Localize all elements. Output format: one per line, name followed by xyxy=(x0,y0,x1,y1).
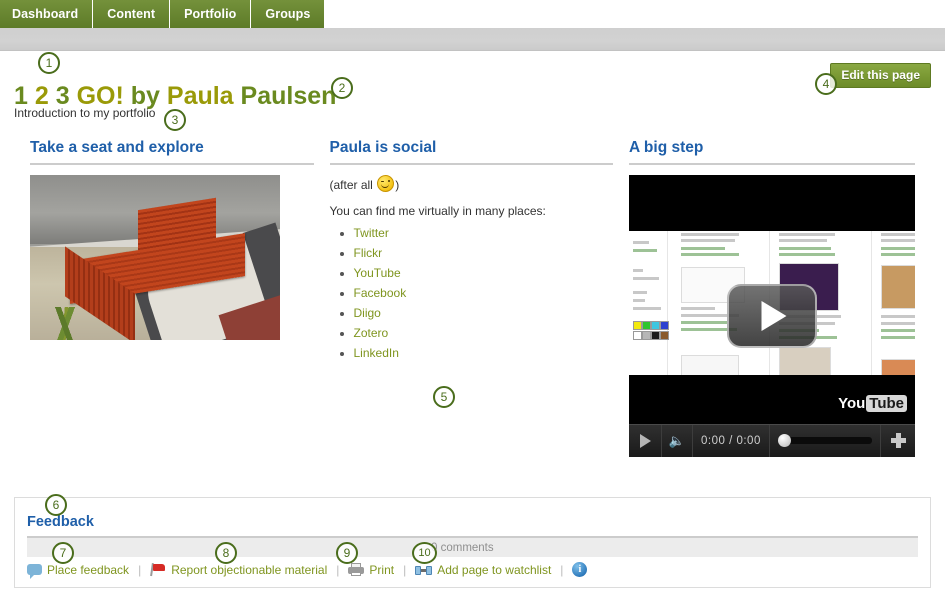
callout-marker-9: 9 xyxy=(336,542,358,564)
social-link-facebook[interactable]: Facebook xyxy=(354,286,407,300)
play-overlay-button[interactable] xyxy=(727,283,817,348)
column-paula-is-social: Paula is social (after all ) You can fin… xyxy=(322,139,622,457)
nav-tab-groups[interactable]: Groups xyxy=(251,0,326,28)
youtube-logo-tube: Tube xyxy=(866,394,907,412)
callout-marker-5: 5 xyxy=(433,386,455,408)
feedback-actions: Place feedback | Report objectionable ma… xyxy=(27,557,918,579)
block-divider xyxy=(629,162,915,165)
red-flag-icon xyxy=(150,562,166,577)
after-all-prefix: (after all xyxy=(329,177,377,192)
list-item: Zotero xyxy=(354,326,614,340)
callout-marker-3: 3 xyxy=(164,109,186,131)
list-item: Facebook xyxy=(354,286,614,300)
place-feedback-label: Place feedback xyxy=(47,562,130,577)
social-link-linkedin[interactable]: LinkedIn xyxy=(354,346,399,360)
list-item: YouTube xyxy=(354,266,614,280)
after-all-suffix: ) xyxy=(395,177,400,192)
print-label: Print xyxy=(369,562,395,577)
separator: | xyxy=(560,562,564,577)
list-item: LinkedIn xyxy=(354,346,614,360)
social-link-flickr[interactable]: Flickr xyxy=(354,246,383,260)
add-page-to-watchlist-link[interactable]: Add page to watchlist xyxy=(415,563,551,577)
nav-tab-label: Dashboard xyxy=(12,7,79,21)
list-item: Twitter xyxy=(354,226,614,240)
seek-handle[interactable] xyxy=(777,434,791,448)
nav-tab-dashboard[interactable]: Dashboard xyxy=(0,0,94,28)
feedback-title: Feedback xyxy=(27,514,94,530)
social-link-diigo[interactable]: Diigo xyxy=(354,306,381,320)
callout-marker-7: 7 xyxy=(52,542,74,564)
column-a-big-step: A big step You Tube 🔈 0:00 / 0:00 xyxy=(621,139,923,457)
callout-marker-8: 8 xyxy=(215,542,237,564)
seek-bar[interactable] xyxy=(770,424,881,457)
time-display: 0:00 / 0:00 xyxy=(693,424,770,457)
expand-button[interactable] xyxy=(881,425,915,457)
play-button[interactable] xyxy=(629,424,662,457)
page-title-part: Paula xyxy=(166,81,234,110)
separator: | xyxy=(403,562,407,577)
page-columns: Take a seat and explore Paula is social … xyxy=(14,139,931,457)
plus-icon xyxy=(890,433,906,449)
block-heading: Paula is social xyxy=(329,139,437,156)
comment-count-bar: 0 comments xyxy=(27,538,918,557)
edit-this-page-button[interactable]: Edit this page xyxy=(830,63,931,88)
info-icon[interactable]: i xyxy=(572,562,588,577)
separator: | xyxy=(336,562,340,577)
binoculars-icon xyxy=(415,564,433,576)
block-heading: Take a seat and explore xyxy=(30,139,204,156)
main-navigation: Dashboard Content Portfolio Groups xyxy=(0,0,945,28)
page-description: Introduction to my portfolio xyxy=(14,106,156,120)
callout-marker-1: 1 xyxy=(38,52,60,74)
callout-marker-4: 4 xyxy=(815,73,837,95)
seek-track[interactable] xyxy=(777,434,872,448)
volume-button[interactable]: 🔈 xyxy=(662,424,693,457)
after-all-text: (after all ) xyxy=(329,174,614,192)
social-link-twitter[interactable]: Twitter xyxy=(354,226,389,240)
column-take-a-seat: Take a seat and explore xyxy=(22,139,322,457)
printer-icon xyxy=(348,563,365,576)
report-objectionable-material-link[interactable]: Report objectionable material xyxy=(150,563,327,577)
page-header: 1 2 3 GO! by Paula Paulsen Edit this pag… xyxy=(14,51,931,120)
page-content: 1 2 3 GO! by Paula Paulsen Edit this pag… xyxy=(0,51,945,457)
social-link-youtube[interactable]: YouTube xyxy=(354,266,401,280)
nav-tab-label: Content xyxy=(107,7,156,21)
page-title: 1 2 3 GO! by Paula Paulsen xyxy=(14,81,337,110)
nav-tab-label: Portfolio xyxy=(184,7,237,21)
social-link-zotero[interactable]: Zotero xyxy=(354,326,389,340)
youtube-video-player[interactable]: You Tube 🔈 0:00 / 0:00 xyxy=(629,174,915,457)
youtube-logo: You Tube xyxy=(838,394,907,412)
nav-tab-portfolio[interactable]: Portfolio xyxy=(170,0,252,28)
video-letterbox-top xyxy=(629,174,915,231)
list-item: Flickr xyxy=(354,246,614,260)
feedback-panel: Feedback 0 comments Place feedback | Rep… xyxy=(14,497,931,588)
watchlist-label: Add page to watchlist xyxy=(437,562,552,577)
page-title-part: Paulsen xyxy=(240,81,337,110)
secondary-bar xyxy=(0,28,945,51)
block-divider xyxy=(329,162,613,165)
social-intro-text: You can find me virtually in many places… xyxy=(329,203,546,218)
block-heading: A big step xyxy=(629,139,704,156)
play-icon xyxy=(639,433,651,448)
callout-marker-10: 10 xyxy=(412,542,437,564)
list-item: Diigo xyxy=(354,306,614,320)
print-link[interactable]: Print xyxy=(348,563,394,577)
bench-photo xyxy=(30,174,280,340)
youtube-logo-you: You xyxy=(838,394,866,412)
report-label: Report objectionable material xyxy=(171,562,328,577)
nav-tab-content[interactable]: Content xyxy=(93,0,171,28)
wink-smiley-icon xyxy=(377,174,395,192)
block-divider xyxy=(30,162,314,165)
separator: | xyxy=(138,562,142,577)
speech-bubble-icon xyxy=(27,564,42,579)
nav-tab-label: Groups xyxy=(265,7,311,21)
video-controls: 🔈 0:00 / 0:00 xyxy=(629,423,915,457)
callout-marker-2: 2 xyxy=(331,77,353,99)
callout-marker-6: 6 xyxy=(45,494,67,516)
place-feedback-link[interactable]: Place feedback xyxy=(27,562,130,579)
social-links-list: Twitter Flickr YouTube Facebook Diigo Zo… xyxy=(330,226,614,360)
comment-count: 0 comments xyxy=(431,541,494,554)
speaker-icon: 🔈 xyxy=(668,432,686,448)
